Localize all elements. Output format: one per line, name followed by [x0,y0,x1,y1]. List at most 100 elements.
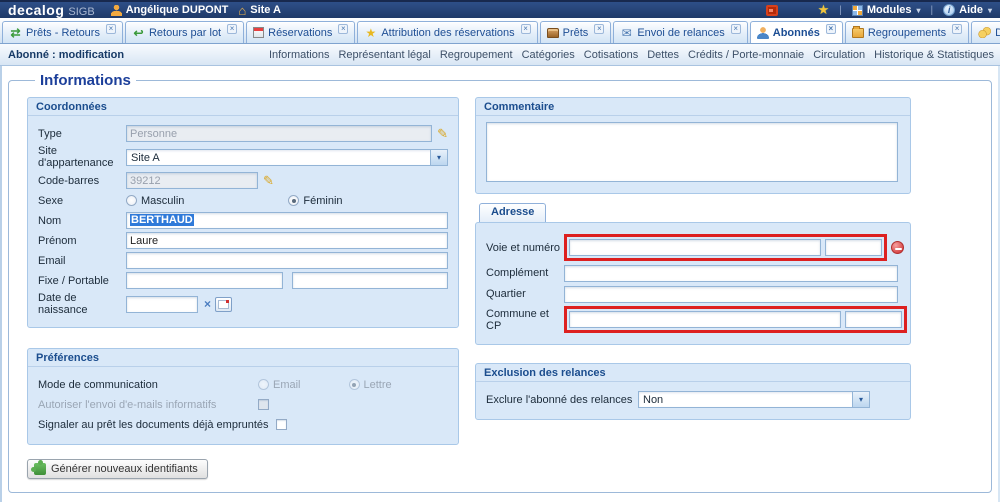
commune-cp-label: Commune et CP [486,308,564,332]
user-icon [111,5,122,16]
commentaire-textarea[interactable] [486,122,898,182]
email-label: Email [38,255,126,267]
edit-type-pencil-icon[interactable]: ✎ [437,128,448,140]
tab-abonnes[interactable]: Abonnés × [750,21,843,43]
coins-icon [978,27,991,38]
signaler-pret-checkbox[interactable] [276,419,287,430]
masculin-label: Masculin [141,195,184,207]
feminin-label: Féminin [303,195,342,207]
separator: | [931,5,934,16]
fixe-field[interactable] [126,272,283,289]
site-appartenance-select[interactable]: Site A ▾ [126,149,448,166]
page-title: Abonné : modification [8,49,124,61]
panel-title: Coordonnées [28,98,458,116]
edit-barcode-pencil-icon[interactable]: ✎ [263,175,274,187]
close-icon[interactable]: × [952,24,962,34]
site-appartenance-label: Site d'appartenance [38,145,126,169]
tab-label: Dettes & Règlements [995,27,1000,39]
tab-label: Abonnés [773,27,820,39]
chevron-down-icon[interactable]: ▾ [852,392,869,407]
close-icon[interactable]: × [521,24,531,34]
tab-dettes-reglements[interactable]: Dettes & Règlements × [971,21,1000,43]
link-informations[interactable]: Informations [269,49,330,61]
favorites-star-icon[interactable]: ★ [818,4,830,16]
panel-title: Exclusion des relances [476,364,910,382]
link-representant-legal[interactable]: Représentant légal [338,49,430,61]
nom-label: Nom [38,215,126,227]
close-icon[interactable]: × [338,24,348,34]
link-credits-porte-monnaie[interactable]: Crédits / Porte-monnaie [688,49,804,61]
quartier-label: Quartier [486,288,564,300]
close-icon[interactable]: × [731,24,741,34]
date-naissance-field[interactable] [126,296,198,313]
adresse-tab[interactable]: Adresse [479,203,546,222]
calendar-picker-icon[interactable] [215,297,232,312]
cp-field[interactable] [845,311,902,328]
info-icon: i [943,4,955,16]
autoriser-emails-label: Autoriser l'envoi d'e-mails informatifs [38,399,258,411]
current-site[interactable]: ⌂ Site A [238,4,281,16]
link-regroupement[interactable]: Regroupement [440,49,513,61]
tab-label: Attribution des réservations [381,27,514,39]
chevron-down-icon[interactable]: ▾ [430,150,447,165]
voie-highlight-box [564,234,887,261]
module-tabbar: ⇄ Prêts - Retours × ↩ Retours par lot × … [0,18,1000,44]
close-icon[interactable]: × [594,24,604,34]
link-categories[interactable]: Catégories [522,49,575,61]
help-menu[interactable]: i Aide ▾ [943,4,992,16]
close-icon[interactable]: × [227,24,237,34]
prenom-field[interactable] [126,232,448,249]
generate-ids-button[interactable]: Générer nouveaux identifiants [27,459,208,479]
fieldset-legend: Informations [35,72,136,89]
tab-label: Réservations [268,27,332,39]
remove-address-icon[interactable] [891,241,904,254]
tab-attribution-reservations[interactable]: ★ Attribution des réservations × [357,21,537,43]
nom-field[interactable]: BERTHAUD [126,212,448,229]
commentaire-panel: Commentaire [475,97,911,194]
tab-label: Envoi de relances [637,27,724,39]
link-dettes[interactable]: Dettes [647,49,679,61]
close-icon[interactable]: × [826,24,836,34]
folder-icon [852,28,864,38]
numero-field[interactable] [825,239,882,256]
main-content: Informations Coordonnées Type ✎ [0,66,1000,502]
close-icon[interactable]: × [106,24,116,34]
prenom-label: Prénom [38,235,126,247]
clear-date-icon[interactable]: × [204,297,211,311]
feminin-radio[interactable] [288,195,299,206]
modules-menu[interactable]: Modules ▾ [852,4,921,16]
calendar-icon [253,27,264,38]
link-cotisations[interactable]: Cotisations [584,49,638,61]
type-field [126,125,432,142]
exclure-relances-select[interactable]: Non ▾ [638,391,870,408]
tab-retours-par-lot[interactable]: ↩ Retours par lot × [125,21,244,43]
quartier-field[interactable] [564,286,898,303]
portable-field[interactable] [292,272,449,289]
tab-prets[interactable]: Prêts × [540,21,612,43]
section-links: Informations Représentant légal Regroupe… [269,49,994,61]
tab-label: Retours par lot [149,27,221,39]
code-barres-label: Code-barres [38,175,126,187]
logout-icon[interactable] [766,5,778,16]
tab-reservations[interactable]: Réservations × [246,21,355,43]
tab-prets-retours[interactable]: ⇄ Prêts - Retours × [2,21,123,43]
page-toolbar: Abonné : modification Informations Repré… [0,44,1000,66]
masculin-radio[interactable] [126,195,137,206]
user-name: Angélique DUPONT [126,4,229,16]
tab-envoi-relances[interactable]: ✉ Envoi de relances × [613,21,747,43]
generate-ids-label: Générer nouveaux identifiants [51,463,198,475]
chevron-down-icon: ▾ [988,6,992,15]
current-user[interactable]: Angélique DUPONT [111,4,229,16]
selected-text: BERTHAUD [130,214,194,226]
tab-regroupements[interactable]: Regroupements × [845,21,969,43]
link-historique-statistiques[interactable]: Historique & Statistiques [874,49,994,61]
email-field[interactable] [126,252,448,269]
commune-field[interactable] [569,311,841,328]
help-label: Aide [959,4,983,16]
code-barres-field [126,172,258,189]
voie-field[interactable] [569,239,821,256]
complement-field[interactable] [564,265,898,282]
adresse-panel: Voie et numéro Complément [475,222,911,345]
date-naissance-label: Date de naissance [38,292,126,316]
link-circulation[interactable]: Circulation [813,49,865,61]
